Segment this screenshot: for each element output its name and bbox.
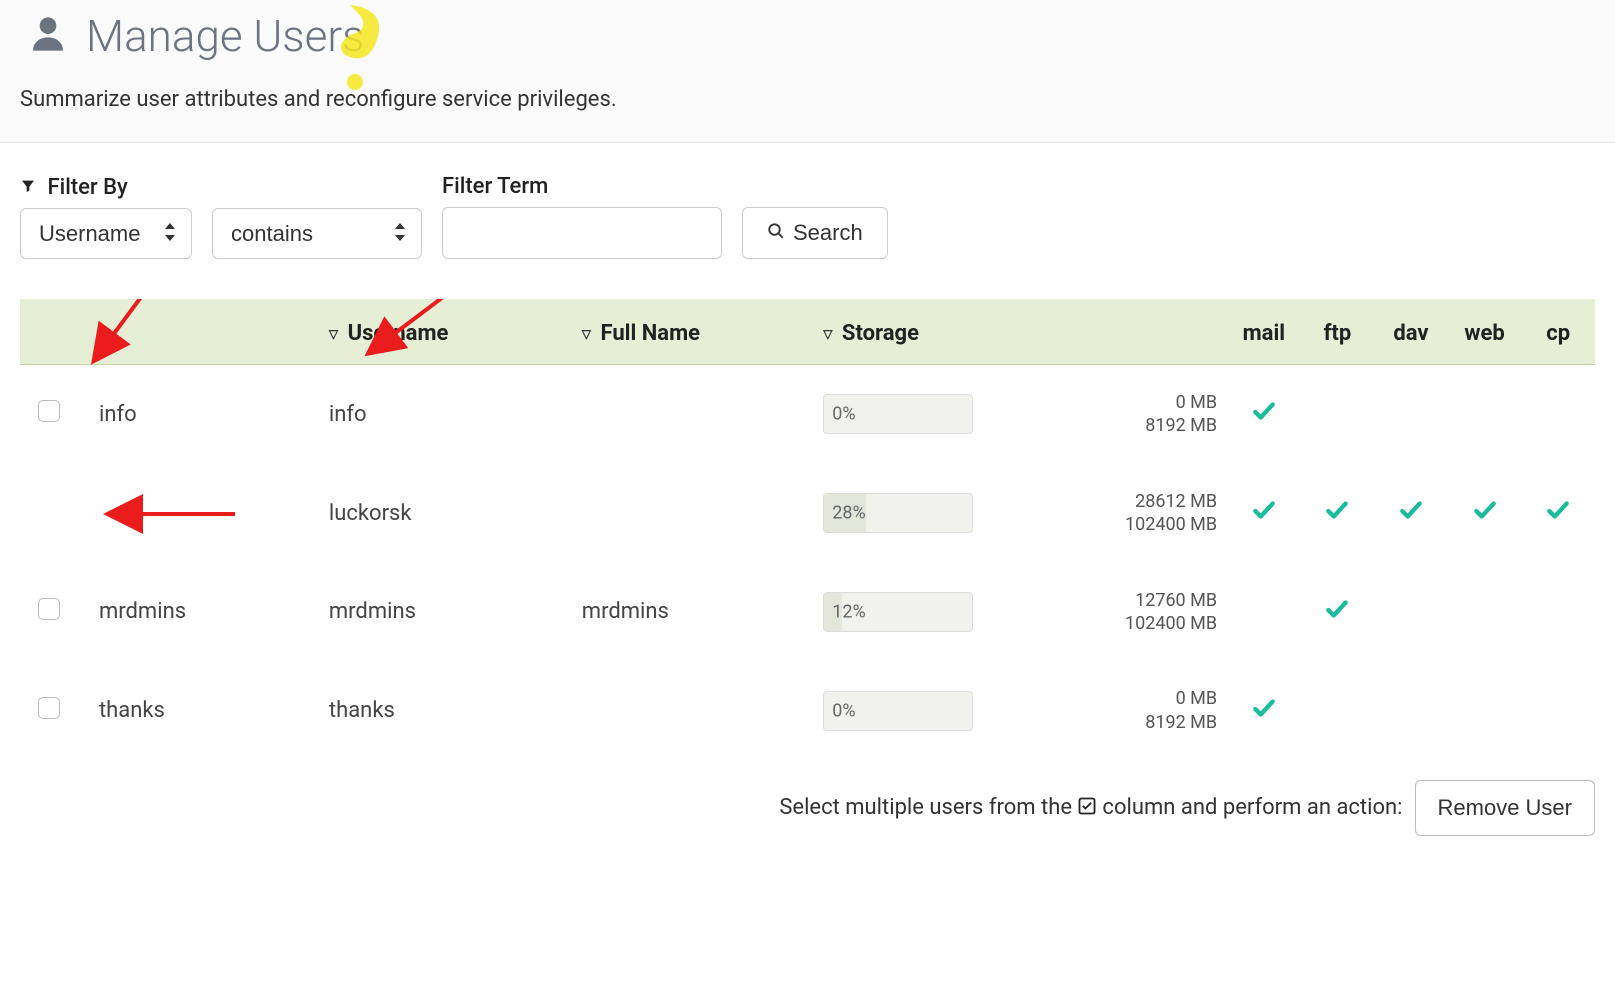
svc-mail-cell[interactable] xyxy=(1227,661,1301,760)
svc-ftp-cell[interactable] xyxy=(1301,464,1375,563)
bulk-hint-text: Select multiple users from the column an… xyxy=(779,795,1402,821)
page-header: Manage Users Summarize user attributes a… xyxy=(0,0,1615,143)
check-icon xyxy=(1398,504,1424,529)
row-checkbox[interactable] xyxy=(38,697,60,719)
remove-user-button[interactable]: Remove User xyxy=(1415,780,1595,836)
user-icon xyxy=(28,13,68,59)
svc-cp-cell[interactable] xyxy=(1521,365,1595,464)
check-icon xyxy=(1251,702,1277,727)
storage-text: 28612 MB102400 MB xyxy=(1019,490,1217,537)
svc-ftp-cell[interactable] xyxy=(1301,661,1375,760)
check-icon xyxy=(1251,504,1277,529)
svc-cp-cell[interactable] xyxy=(1521,464,1595,563)
search-button[interactable]: Search xyxy=(742,207,888,259)
bulk-action-footer: Select multiple users from the column an… xyxy=(0,760,1615,866)
svc-cp-cell[interactable] xyxy=(1521,661,1595,760)
fullname-cell xyxy=(572,464,813,563)
svc-web-cell[interactable] xyxy=(1448,563,1522,662)
svc-dav-cell[interactable] xyxy=(1374,563,1448,662)
col-fullname[interactable]: ▽ Full Name xyxy=(572,299,813,365)
col-mail[interactable]: mail xyxy=(1227,299,1301,365)
users-table-wrap: ▽ Username ▽ Full Name ▽ Storage mail ft… xyxy=(0,299,1615,760)
col-storage[interactable]: ▽ Storage xyxy=(813,299,1008,365)
storage-text: 0 MB8192 MB xyxy=(1019,391,1217,438)
table-row: thanksthanks 0% 0 MB8192 MB xyxy=(20,661,1595,760)
table-row: mrdminsmrdminsmrdmins12%12760 MB102400 M… xyxy=(20,563,1595,662)
table-row: infoinfo 0% 0 MB8192 MB xyxy=(20,365,1595,464)
search-icon xyxy=(767,220,785,246)
svc-web-cell[interactable] xyxy=(1448,365,1522,464)
account-cell xyxy=(89,464,319,563)
username-cell[interactable]: mrdmins xyxy=(319,563,572,662)
svc-web-cell[interactable] xyxy=(1448,661,1522,760)
sort-triangle-icon: ▽ xyxy=(823,327,832,341)
checkbox-icon xyxy=(1077,797,1102,821)
check-icon xyxy=(1545,504,1571,529)
col-ftp[interactable]: ftp xyxy=(1301,299,1375,365)
storage-progress: 12% xyxy=(823,592,973,632)
svc-mail-cell[interactable] xyxy=(1227,563,1301,662)
users-table: ▽ Username ▽ Full Name ▽ Storage mail ft… xyxy=(20,299,1595,760)
fullname-cell: mrdmins xyxy=(572,563,813,662)
filter-by-label: Filter By xyxy=(20,175,192,200)
username-cell[interactable]: luckorsk xyxy=(319,464,572,563)
svc-web-cell[interactable] xyxy=(1448,464,1522,563)
filter-field-select[interactable]: Username xyxy=(20,208,192,259)
table-row: luckorsk 28% 28612 MB102400 MB xyxy=(20,464,1595,563)
storage-text: 12760 MB102400 MB xyxy=(1019,589,1217,636)
username-cell[interactable]: thanks xyxy=(319,661,572,760)
svc-mail-cell[interactable] xyxy=(1227,365,1301,464)
funnel-icon xyxy=(20,175,36,200)
storage-progress: 28% xyxy=(823,493,973,533)
svc-ftp-cell[interactable] xyxy=(1301,365,1375,464)
svc-ftp-cell[interactable] xyxy=(1301,563,1375,662)
username-cell[interactable]: info xyxy=(319,365,572,464)
svc-dav-cell[interactable] xyxy=(1374,661,1448,760)
col-dav[interactable]: dav xyxy=(1374,299,1448,365)
row-checkbox[interactable] xyxy=(38,598,60,620)
storage-progress: 0% xyxy=(823,691,973,731)
col-username[interactable]: ▽ Username xyxy=(319,299,572,365)
svc-mail-cell[interactable] xyxy=(1227,464,1301,563)
page-title: Manage Users xyxy=(86,10,364,62)
filter-term-label: Filter Term xyxy=(442,174,722,199)
svc-dav-cell[interactable] xyxy=(1374,365,1448,464)
svc-dav-cell[interactable] xyxy=(1374,464,1448,563)
filter-term-input[interactable] xyxy=(442,207,722,259)
sort-triangle-icon: ▽ xyxy=(329,327,338,341)
account-cell: thanks xyxy=(89,661,319,760)
account-cell: info xyxy=(89,365,319,464)
col-web[interactable]: web xyxy=(1448,299,1522,365)
filter-bar: Filter By Username contains Filter Term xyxy=(0,143,1615,274)
svc-cp-cell[interactable] xyxy=(1521,563,1595,662)
fullname-cell xyxy=(572,365,813,464)
col-cp[interactable]: cp xyxy=(1521,299,1595,365)
table-header-row: ▽ Username ▽ Full Name ▽ Storage mail ft… xyxy=(20,299,1595,365)
check-icon xyxy=(1251,405,1277,430)
storage-text: 0 MB8192 MB xyxy=(1019,687,1217,734)
fullname-cell xyxy=(572,661,813,760)
account-cell: mrdmins xyxy=(89,563,319,662)
storage-progress: 0% xyxy=(823,394,973,434)
row-checkbox[interactable] xyxy=(38,400,60,422)
check-icon xyxy=(1472,504,1498,529)
check-icon xyxy=(1324,603,1350,628)
sort-triangle-icon: ▽ xyxy=(582,327,591,341)
check-icon xyxy=(1324,504,1350,529)
filter-op-select[interactable]: contains xyxy=(212,208,422,259)
page-subtitle: Summarize user attributes and reconfigur… xyxy=(20,87,1595,112)
